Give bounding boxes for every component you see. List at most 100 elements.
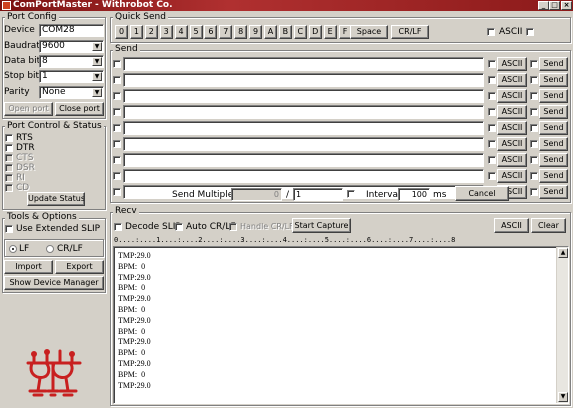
send-row-checkbox[interactable]: [113, 108, 121, 116]
send-row-send-button[interactable]: Send: [539, 169, 568, 183]
send-row-ascii-button[interactable]: ASCII: [497, 73, 527, 87]
parity-select[interactable]: None ▼: [39, 86, 104, 99]
send-row-extra-checkbox[interactable]: [530, 140, 538, 148]
scroll-down-icon[interactable]: ▼: [558, 392, 568, 402]
interval-input[interactable]: 100: [398, 188, 430, 201]
space-button[interactable]: Space: [350, 25, 388, 39]
quick-send-key-a[interactable]: A: [264, 25, 277, 39]
send-row-input[interactable]: [123, 153, 484, 167]
quick-send-key-2[interactable]: 2: [144, 25, 158, 39]
send-row-ascii-checkbox[interactable]: [488, 156, 496, 164]
crlf-button[interactable]: CR/LF: [391, 25, 429, 39]
send-multiple-checkbox[interactable]: [347, 190, 355, 198]
crlf-radio[interactable]: [46, 245, 54, 253]
update-status-button[interactable]: Update Status: [27, 192, 85, 206]
send-row-input[interactable]: [123, 73, 484, 87]
send-row-ascii-button[interactable]: ASCII: [497, 169, 527, 183]
send-row-send-button[interactable]: Send: [539, 185, 568, 199]
quick-send-key-7[interactable]: 7: [219, 25, 233, 39]
send-row-send-button[interactable]: Send: [539, 137, 568, 151]
send-row-ascii-button[interactable]: ASCII: [497, 121, 527, 135]
export-button[interactable]: Export: [55, 260, 104, 274]
send-row-send-button[interactable]: Send: [539, 73, 568, 87]
send-row-checkbox[interactable]: [113, 188, 121, 196]
quick-send-key-8[interactable]: 8: [234, 25, 248, 39]
quick-send-key-e[interactable]: E: [323, 25, 337, 39]
send-row-ascii-checkbox[interactable]: [488, 60, 496, 68]
send-row-checkbox[interactable]: [113, 172, 121, 180]
maximize-button[interactable]: □: [549, 1, 560, 10]
send-row-checkbox[interactable]: [113, 124, 121, 132]
decode-slip-checkbox[interactable]: [114, 223, 122, 231]
send-row-ascii-button[interactable]: ASCII: [497, 153, 527, 167]
close-button[interactable]: ×: [561, 1, 572, 10]
send-row-ascii-button[interactable]: ASCII: [497, 89, 527, 103]
send-row-send-button[interactable]: Send: [539, 57, 568, 71]
send-row-ascii-checkbox[interactable]: [488, 108, 496, 116]
send-row-send-button[interactable]: Send: [539, 105, 568, 119]
send-row-ascii-button[interactable]: ASCII: [497, 105, 527, 119]
extended-slip-checkbox[interactable]: [5, 225, 13, 233]
send-multiple-total-input[interactable]: 1: [293, 188, 343, 201]
send-row-extra-checkbox[interactable]: [530, 76, 538, 84]
lf-radio[interactable]: [9, 245, 17, 253]
baudrate-select[interactable]: 9600 ▼: [39, 40, 104, 53]
recv-ascii-button[interactable]: ASCII: [494, 218, 529, 233]
quick-send-key-0[interactable]: 0: [115, 25, 128, 39]
quick-send-key-3[interactable]: 3: [159, 25, 173, 39]
send-row-extra-checkbox[interactable]: [530, 124, 538, 132]
send-row-extra-checkbox[interactable]: [530, 172, 538, 180]
auto-crlf-checkbox[interactable]: [175, 223, 183, 231]
recv-textarea[interactable]: TMP:29.0 BPM: 0 TMP:29.0 BPM: 0 TMP:29.0…: [113, 246, 569, 404]
quick-send-key-5[interactable]: 5: [189, 25, 203, 39]
send-row-checkbox[interactable]: [113, 140, 121, 148]
start-capture-button[interactable]: Start Capture: [292, 218, 351, 233]
send-row-checkbox[interactable]: [113, 60, 121, 68]
send-row-send-button[interactable]: Send: [539, 121, 568, 135]
quick-send-key-1[interactable]: 1: [129, 25, 143, 39]
send-row-extra-checkbox[interactable]: [530, 60, 538, 68]
send-row-ascii-checkbox[interactable]: [488, 140, 496, 148]
send-row-checkbox[interactable]: [113, 76, 121, 84]
quick-send-key-c[interactable]: C: [293, 25, 307, 39]
send-row-input[interactable]: [123, 105, 484, 119]
databits-select[interactable]: 8 ▼: [39, 55, 104, 68]
close-port-button[interactable]: Close port: [55, 102, 104, 116]
send-row-ascii-button[interactable]: ASCII: [497, 57, 527, 71]
stopbits-select[interactable]: 1 ▼: [39, 70, 104, 83]
quick-send-key-9[interactable]: 9: [249, 25, 263, 39]
send-row-ascii-checkbox[interactable]: [488, 92, 496, 100]
recv-scrollbar[interactable]: ▲ ▼: [556, 247, 568, 403]
quick-send-key-b[interactable]: B: [278, 25, 292, 39]
scroll-up-icon[interactable]: ▲: [558, 248, 568, 258]
send-row-ascii-checkbox[interactable]: [488, 124, 496, 132]
send-row-ascii-checkbox[interactable]: [488, 172, 496, 180]
send-row-extra-checkbox[interactable]: [530, 156, 538, 164]
quick-send-key-4[interactable]: 4: [174, 25, 188, 39]
send-row-ascii-button[interactable]: ASCII: [497, 137, 527, 151]
quick-send-key-6[interactable]: 6: [204, 25, 218, 39]
import-button[interactable]: Import: [4, 260, 53, 274]
send-row-send-button[interactable]: Send: [539, 89, 568, 103]
send-row-input[interactable]: [123, 121, 484, 135]
send-row-checkbox[interactable]: [113, 92, 121, 100]
device-select[interactable]: COM28: [39, 24, 104, 37]
send-row-extra-checkbox[interactable]: [530, 108, 538, 116]
send-row-ascii-checkbox[interactable]: [488, 76, 496, 84]
quick-send-ascii-checkbox[interactable]: [487, 28, 495, 36]
open-port-button[interactable]: Open port: [4, 102, 53, 116]
quick-send-key-d[interactable]: D: [308, 25, 322, 39]
send-row-input[interactable]: [123, 57, 484, 71]
send-row-checkbox[interactable]: [113, 156, 121, 164]
send-row-send-button[interactable]: Send: [539, 153, 568, 167]
rts-checkbox[interactable]: [5, 134, 13, 142]
send-row-extra-checkbox[interactable]: [530, 188, 538, 196]
send-row-input[interactable]: [123, 89, 484, 103]
send-row-extra-checkbox[interactable]: [530, 92, 538, 100]
clear-button[interactable]: Clear: [531, 218, 566, 233]
minimize-button[interactable]: _: [538, 1, 549, 10]
send-row-input[interactable]: [123, 137, 484, 151]
quick-send-extra-checkbox[interactable]: [526, 28, 534, 36]
send-row-input[interactable]: [123, 169, 484, 183]
dtr-checkbox[interactable]: [5, 144, 13, 152]
